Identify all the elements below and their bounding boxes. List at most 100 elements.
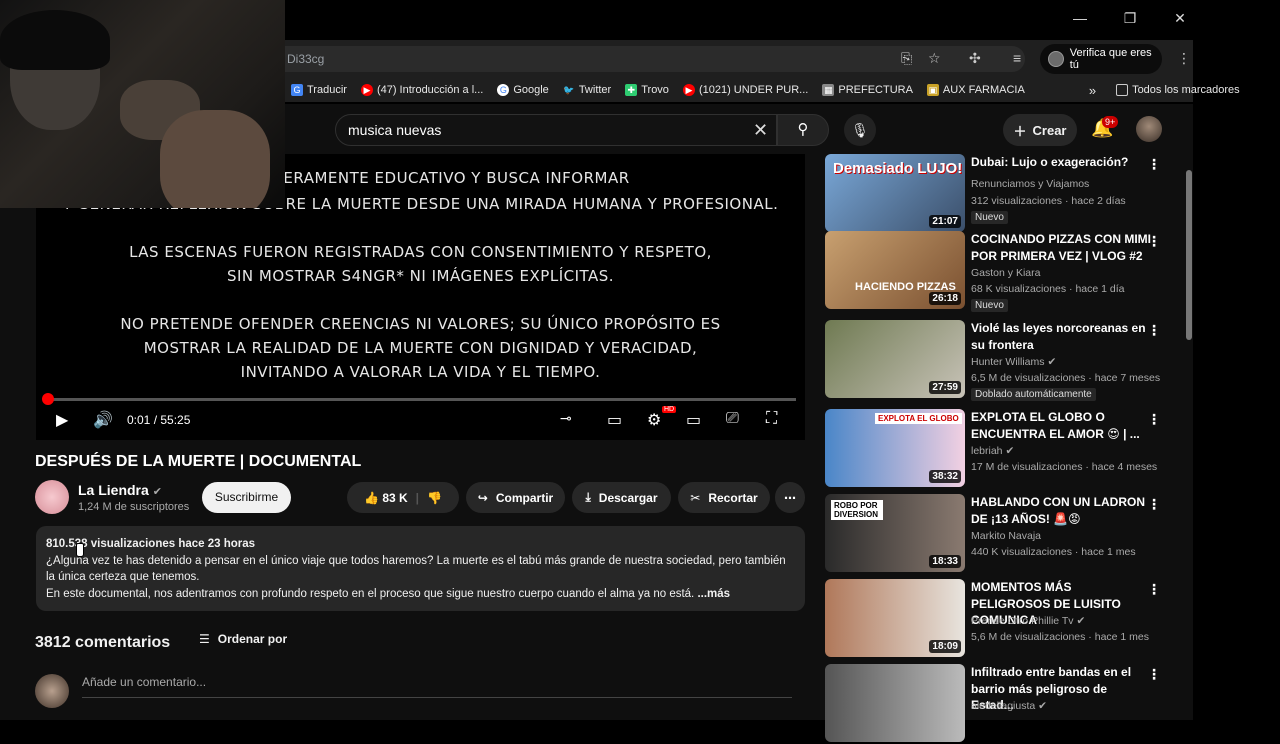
recommended-title[interactable]: Violé las leyes norcoreanas en su fronte… [971,320,1151,353]
video-thumbnail[interactable]: EXPLOTA EL GLOBO 38:32 [825,409,965,487]
duration-badge: 26:18 [929,292,961,305]
address-bar[interactable]: Di33cg [285,46,1025,72]
video-menu-icon[interactable]: ⋮ [1147,666,1161,683]
bookmark-item[interactable]: ▶(47) Introducción a l... [361,84,483,96]
player-text-line: INVITANDO A VALORAR LA VIDA Y EL TIEMPO. [36,360,805,384]
media-control-icon[interactable]: ≡ [1013,50,1021,66]
bookmark-item[interactable]: ▦PREFECTURA [822,84,913,96]
recommended-title[interactable]: EXPLOTA EL GLOBO O ENCUENTRA EL AMOR 😍 |… [971,409,1151,442]
extensions-icon[interactable]: ✣ [969,50,981,67]
player-text-line: LAS ESCENAS FUERON REGISTRADAS CON CONSE… [36,240,805,264]
install-app-icon[interactable]: ⎘ [901,50,912,67]
description-text: ¿Alguna vez te has detenido a pensar en … [46,553,795,586]
settings-gear-icon[interactable]: ⚙ [647,410,661,430]
cast-icon[interactable]: ⎚ [726,410,739,428]
video-menu-icon[interactable]: ⋮ [1147,322,1161,339]
video-thumbnail[interactable] [825,664,965,742]
clear-search-icon[interactable]: ✕ [753,120,768,141]
volume-icon[interactable]: 🔊 [93,410,113,430]
channel-name[interactable]: La Liendra ✔ [78,482,162,498]
verified-icon: ✔ [1038,700,1047,712]
verified-icon: ✔ [153,486,162,498]
video-menu-icon[interactable]: ⋮ [1147,233,1161,250]
theater-mode-icon[interactable]: ▭ [686,410,701,430]
video-menu-icon[interactable]: ⋮ [1147,581,1161,598]
recommended-video[interactable]: EXPLOTA EL GLOBO 38:32 EXPLOTA EL GLOBO … [825,409,1175,489]
thumbs-down-icon[interactable]: 👎 [427,491,442,505]
bookmark-item[interactable]: GTraducir [291,84,347,96]
time-display: 0:01 / 55:25 [127,413,190,427]
bookmark-item[interactable]: ✚Trovo [625,84,669,96]
channel-avatar[interactable] [35,480,69,514]
scrollbar-thumb[interactable] [1186,170,1192,340]
like-dislike-group: 👍 83 K | 👎 [347,482,459,513]
new-badge: Nuevo [971,299,1008,312]
video-menu-icon[interactable]: ⋮ [1147,496,1161,513]
subtitles-icon[interactable]: ▭ [607,410,622,430]
recommended-video[interactable]: HACIENDO PIZZAS 26:18 COCINANDO PIZZAS C… [825,231,1175,311]
recommended-video[interactable]: Infiltrado entre bandas en el barrio más… [825,664,1175,744]
recommended-title[interactable]: COCINANDO PIZZAS CON MIMI POR PRIMERA VE… [971,231,1151,264]
voice-search-button[interactable]: 🎙 [844,114,876,146]
show-more-link[interactable]: ...más [697,588,730,600]
recommended-title[interactable]: Dubai: Lujo o exageración? [971,154,1151,171]
download-button[interactable]: ⤓Descargar [572,482,671,513]
recommended-video[interactable]: 27:59 Violé las leyes norcoreanas en su … [825,320,1175,400]
video-thumbnail[interactable]: Demasiado LUJO! 21:07 [825,154,965,232]
comment-input[interactable]: Añade un comentario... [82,675,792,698]
verify-profile-button[interactable]: Verifica que eres tú [1040,44,1162,74]
all-bookmarks-folder[interactable]: Todos los marcadores [1116,84,1240,96]
restore-icon[interactable]: ❐ [1120,10,1140,27]
bookmark-item[interactable]: GGoogle [497,84,548,96]
duration-badge: 21:07 [929,215,961,228]
thumbs-up-icon: 👍 [364,491,379,505]
more-bookmarks-icon[interactable]: » [1089,83,1096,98]
profile-avatar[interactable] [1136,116,1162,142]
minimize-icon[interactable]: — [1070,10,1090,27]
sort-comments-button[interactable]: ☰Ordenar por [199,632,287,646]
browser-toolbar: Di33cg ⎘ ☆ ✣ ≡ Verifica que eres tú ⋮ [285,40,1193,78]
background-person [160,110,270,208]
create-button[interactable]: ＋Crear [1003,114,1077,146]
new-badge: Nuevo [971,211,1008,224]
video-thumbnail[interactable]: ROBO POR DIVERSION 18:33 [825,494,965,572]
close-window-icon[interactable]: ✕ [1170,10,1190,27]
like-button[interactable]: 👍 83 K [364,491,408,505]
recommended-channel[interactable]: Markito Navaja [971,530,1041,542]
video-thumbnail[interactable]: 18:09 [825,579,965,657]
recommended-video[interactable]: 18:09 MOMENTOS MÁS PELIGROSOS DE LUISITO… [825,579,1175,659]
progress-bar[interactable] [46,398,796,401]
video-menu-icon[interactable]: ⋮ [1147,411,1161,428]
recommended-channel[interactable]: aledellagiusta ✔ [971,700,1047,712]
bookmark-item[interactable]: 🐦Twitter [563,84,611,96]
search-button[interactable]: ⚲ [777,114,829,146]
recommended-channel[interactable]: Hunter Williams ✔ [971,356,1056,368]
recommended-video[interactable]: Demasiado LUJO! 21:07 Dubai: Lujo o exag… [825,154,1175,234]
fullscreen-icon[interactable]: ⛶ [766,410,777,428]
description-box[interactable]: 810.538 visualizaciones hace 23 horas ¿A… [36,526,805,611]
play-icon[interactable]: ▶ [56,410,68,430]
share-button[interactable]: ↪Compartir [466,482,565,513]
recommended-channel[interactable]: lebriah ✔ [971,445,1014,457]
video-menu-icon[interactable]: ⋮ [1147,156,1161,173]
subscribe-button[interactable]: Suscribirme [202,482,291,513]
scissors-icon: ✂ [690,491,700,505]
video-thumbnail[interactable]: 27:59 [825,320,965,398]
browser-menu-icon[interactable]: ⋮ [1177,50,1191,67]
recommended-video[interactable]: ROBO POR DIVERSION 18:33 HABLANDO CON UN… [825,494,1175,574]
clip-button[interactable]: ✂Recortar [678,482,770,513]
recommended-channel[interactable]: Gaston y Kiara [971,267,1040,279]
recommended-channel[interactable]: Renunciamos y Viajamos [971,178,1089,190]
bookmark-item[interactable]: ▣AUX FARMACIA [927,84,1025,96]
recommended-channel[interactable]: Prende Otro Phillie Tv ✔ [971,615,1085,627]
recommended-title[interactable]: HABLANDO CON UN LADRON DE ¡13 AÑOS! 🚨😡 [971,494,1151,527]
bookmark-item[interactable]: ▶(1021) UNDER PUR... [683,84,808,96]
recommended-meta: 17 M de visualizaciones · hace 4 meses [971,461,1157,473]
search-input[interactable]: musica nuevas [335,114,777,146]
autoplay-toggle[interactable]: ⊸ [560,410,572,427]
notification-badge: 9+ [1102,116,1118,128]
scrubber-handle[interactable] [42,393,54,405]
video-thumbnail[interactable]: HACIENDO PIZZAS 26:18 [825,231,965,309]
more-actions-button[interactable]: ⋯ [775,482,805,513]
bookmark-star-icon[interactable]: ☆ [928,50,941,67]
